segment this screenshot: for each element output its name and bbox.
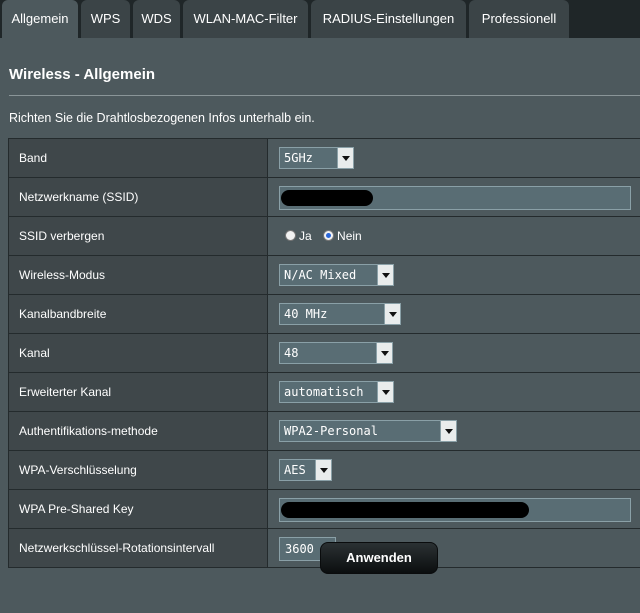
row-ssid: Netzwerkname (SSID) [8, 178, 640, 217]
extension-channel-select[interactable]: automatisch [279, 381, 394, 403]
ssid-redaction [281, 190, 373, 206]
tab-radius-einstellungen[interactable]: RADIUS-Einstellungen [311, 0, 466, 38]
chevron-down-icon [315, 460, 331, 480]
chevron-down-icon [337, 148, 353, 168]
hide-ssid-no-radio[interactable] [323, 230, 335, 241]
row-channel-bandwidth: Kanalbandbreite 40 MHz [8, 295, 640, 334]
channel-label: Kanal [9, 334, 268, 372]
wpa-encryption-select[interactable]: AES [279, 459, 332, 481]
auth-method-select-value: WPA2-Personal [284, 424, 378, 438]
wpa-encryption-select-value: AES [284, 463, 306, 477]
hide-ssid-yes-label: Ja [299, 229, 312, 243]
tab-wds[interactable]: WDS [133, 0, 180, 38]
channel-select-value: 48 [284, 346, 299, 360]
row-extension-channel: Erweiterter Kanal automatisch [8, 373, 640, 412]
channel-select[interactable]: 48 [279, 342, 393, 364]
row-hide-ssid: SSID verbergen Ja Nein [8, 217, 640, 256]
row-channel: Kanal 48 [8, 334, 640, 373]
wpa-encryption-label: WPA-Verschlüsselung [9, 451, 268, 489]
wireless-mode-label: Wireless-Modus [9, 256, 268, 294]
tab-allgemein[interactable]: Allgemein [2, 0, 78, 38]
key-rotation-label: Netzwerkschlüssel-Rotationsintervall [9, 529, 268, 567]
tab-wlan-mac-filter[interactable]: WLAN-MAC-Filter [183, 0, 308, 38]
row-band: Band 5GHz [8, 139, 640, 178]
hide-ssid-radio-group: Ja Nein [285, 229, 370, 243]
row-auth-method: Authentifikations-methode WPA2-Personal [8, 412, 640, 451]
page-description: Richten Sie die Drahtlosbezogenen Infos … [9, 111, 315, 125]
chevron-down-icon [377, 382, 393, 402]
wireless-mode-select-value: N/AC Mixed [284, 268, 357, 282]
page-title: Wireless - Allgemein [9, 66, 156, 83]
tab-professionell[interactable]: Professionell [469, 0, 569, 38]
key-rotation-input-value: 3600 [285, 542, 314, 556]
channel-bandwidth-select[interactable]: 40 MHz [279, 303, 401, 325]
chevron-down-icon [384, 304, 400, 324]
settings-panel: Wireless - Allgemein Richten Sie die Dra… [0, 38, 640, 613]
band-select[interactable]: 5GHz [279, 147, 354, 169]
tab-bar: Allgemein WPS WDS WLAN-MAC-Filter RADIUS… [0, 0, 640, 38]
wireless-mode-select[interactable]: N/AC Mixed [279, 264, 394, 286]
band-label: Band [9, 139, 268, 177]
apply-button[interactable]: Anwenden [320, 542, 438, 574]
chevron-down-icon [376, 343, 392, 363]
tab-wps[interactable]: WPS [81, 0, 130, 38]
hide-ssid-yes-radio[interactable] [285, 230, 296, 241]
channel-bandwidth-select-value: 40 MHz [284, 307, 328, 321]
wireless-settings-table: Band 5GHz Netzwerkname (SSID) SSID verbe… [8, 138, 640, 568]
auth-method-label: Authentifikations-methode [9, 412, 268, 450]
row-wpa-psk: WPA Pre-Shared Key [8, 490, 640, 529]
chevron-down-icon [440, 421, 456, 441]
chevron-down-icon [377, 265, 393, 285]
wpa-psk-label: WPA Pre-Shared Key [9, 490, 268, 528]
row-wireless-mode: Wireless-Modus N/AC Mixed [8, 256, 640, 295]
auth-method-select[interactable]: WPA2-Personal [279, 420, 457, 442]
row-wpa-encryption: WPA-Verschlüsselung AES [8, 451, 640, 490]
extension-channel-select-value: automatisch [284, 385, 364, 399]
hide-ssid-label: SSID verbergen [9, 217, 268, 255]
channel-bandwidth-label: Kanalbandbreite [9, 295, 268, 333]
title-divider [9, 95, 640, 96]
extension-channel-label: Erweiterter Kanal [9, 373, 268, 411]
ssid-label: Netzwerkname (SSID) [9, 178, 268, 216]
band-select-value: 5GHz [284, 151, 313, 165]
wpa-psk-redaction [281, 502, 529, 518]
hide-ssid-no-label: Nein [337, 229, 362, 243]
